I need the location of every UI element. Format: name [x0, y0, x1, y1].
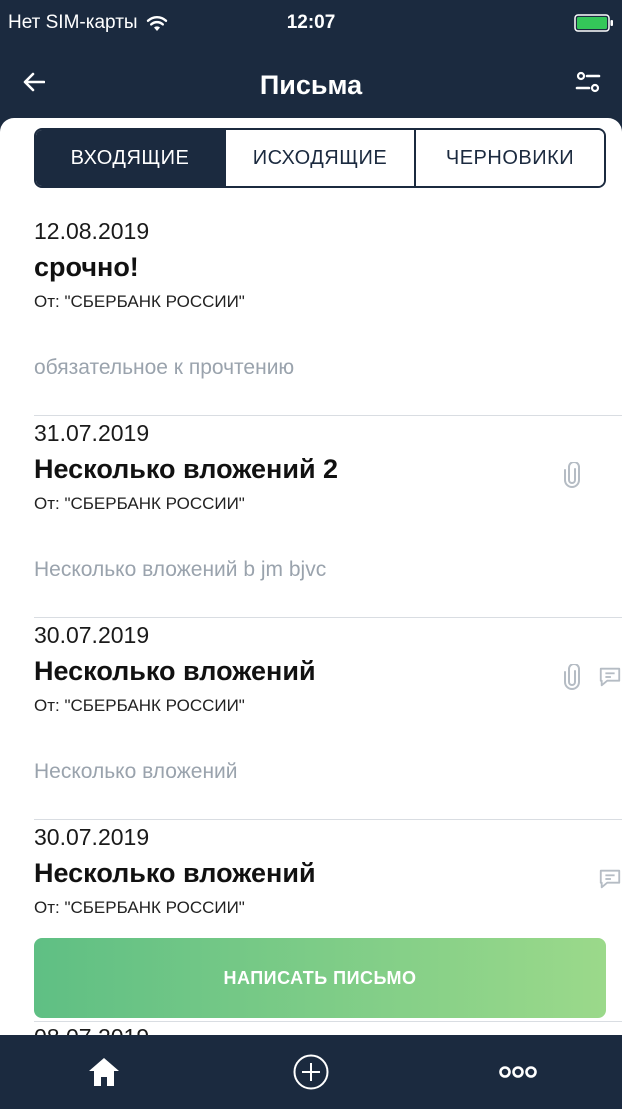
message-item[interactable]: 12.08.2019 срочно! От: "СБЕРБАНК РОССИИ"… — [34, 214, 622, 416]
tab-more[interactable] — [415, 1035, 622, 1109]
message-preview: Несколько вложений — [34, 760, 238, 783]
filter-button[interactable] — [566, 62, 610, 102]
tab-outbox[interactable]: ИСХОДЯЩИЕ — [224, 130, 414, 186]
message-indicators — [598, 866, 622, 892]
carrier-group: Нет SIM-карты — [8, 12, 168, 34]
filter-settings-icon — [575, 71, 601, 93]
message-preview: обязательное к прочтению — [34, 356, 295, 379]
message-date: 30.07.2019 — [34, 622, 150, 648]
bottom-tab-bar — [0, 1035, 622, 1109]
battery-icon — [574, 14, 613, 32]
content-sheet: ВХОДЯЩИЕ ИСХОДЯЩИЕ ЧЕРНОВИКИ 12.08.2019 … — [0, 118, 622, 1035]
chat-bubble-icon — [598, 664, 622, 690]
compose-letter-button[interactable]: НАПИСАТЬ ПИСЬМО — [34, 938, 606, 1018]
nav-bar: Письма — [0, 44, 622, 124]
wifi-icon — [146, 15, 167, 31]
home-icon — [88, 1058, 119, 1086]
paperclip-icon — [560, 462, 584, 488]
message-sender: От: "СБЕРБАНК РОССИИ" — [34, 292, 245, 311]
message-indicators — [560, 664, 622, 690]
mailbox-segmented-control: ВХОДЯЩИЕ ИСХОДЯЩИЕ ЧЕРНОВИКИ — [34, 128, 606, 188]
message-indicators — [560, 462, 584, 488]
message-preview: Несколько вложений b jm bjvc — [34, 558, 327, 581]
more-dots-icon — [499, 1066, 538, 1078]
message-sender: От: "СБЕРБАНК РОССИИ" — [34, 696, 245, 715]
status-bar: Нет SIM-карты 12:07 — [0, 0, 622, 44]
arrow-left-icon — [23, 72, 45, 92]
back-button[interactable] — [12, 62, 56, 102]
message-subject: срочно! — [34, 252, 139, 282]
message-item[interactable]: 31.07.2019 Несколько вложений 2 От: "СБЕ… — [34, 416, 622, 618]
message-date: 31.07.2019 — [34, 420, 150, 446]
carrier-label: Нет SIM-карты — [8, 12, 138, 33]
message-date: 30.07.2019 — [34, 824, 150, 850]
message-date-partial: 08.07.2019 — [34, 1024, 149, 1035]
message-list: 12.08.2019 срочно! От: "СБЕРБАНК РОССИИ"… — [34, 214, 622, 1022]
message-subject: Несколько вложений — [34, 858, 316, 888]
message-subject: Несколько вложений 2 — [34, 454, 339, 484]
message-subject: Несколько вложений — [34, 656, 316, 686]
tab-home[interactable] — [0, 1035, 207, 1109]
tab-add[interactable] — [207, 1035, 414, 1109]
message-sender: От: "СБЕРБАНК РОССИИ" — [34, 898, 245, 917]
page-title: Письма — [259, 70, 363, 100]
chat-bubble-icon — [598, 866, 622, 892]
tab-inbox[interactable]: ВХОДЯЩИЕ — [36, 130, 224, 186]
message-item[interactable]: 30.07.2019 Несколько вложений От: "СБЕРБ… — [34, 618, 622, 820]
paperclip-icon — [560, 664, 584, 690]
message-date: 12.08.2019 — [34, 218, 150, 244]
message-sender: От: "СБЕРБАНК РОССИИ" — [34, 494, 245, 513]
tab-drafts[interactable]: ЧЕРНОВИКИ — [414, 130, 604, 186]
plus-circle-icon — [293, 1054, 329, 1090]
